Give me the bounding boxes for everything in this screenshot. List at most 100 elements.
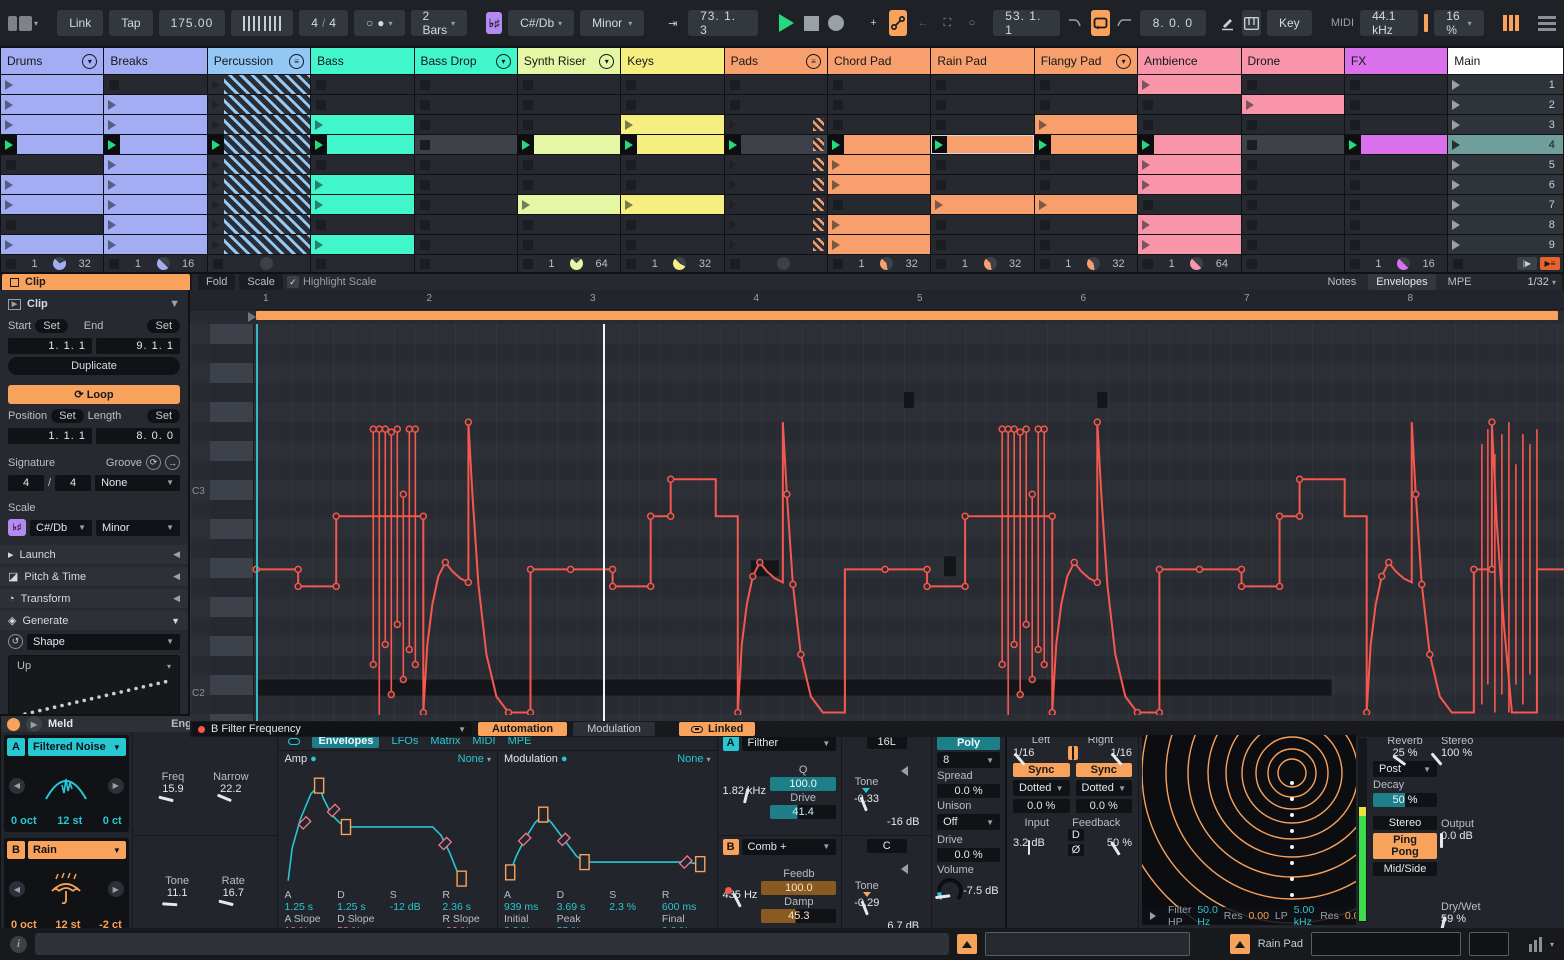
clip-launch-button[interactable] bbox=[207, 155, 224, 174]
amp-envelope-graph[interactable] bbox=[284, 765, 491, 889]
empty-clip-slot[interactable] bbox=[1138, 95, 1241, 114]
clip-stop-button[interactable] bbox=[1143, 99, 1154, 110]
empty-clip-slot[interactable] bbox=[828, 75, 931, 94]
clip-stop-button[interactable] bbox=[626, 159, 637, 170]
mod-sustain[interactable]: 2.3 % bbox=[609, 901, 658, 913]
clip-launch-button[interactable] bbox=[207, 115, 224, 134]
clip-launch-button[interactable] bbox=[1138, 155, 1155, 174]
clip-body[interactable] bbox=[17, 175, 104, 194]
extract-groove-icon[interactable]: → bbox=[165, 455, 180, 470]
filter-b-badge[interactable]: B bbox=[722, 838, 739, 855]
scene-slot[interactable]: 5 bbox=[1448, 155, 1563, 174]
clip-body[interactable] bbox=[947, 195, 1034, 214]
clip-launch-button[interactable] bbox=[1138, 215, 1155, 234]
empty-clip-slot[interactable] bbox=[1034, 155, 1138, 174]
clip-stop-button[interactable] bbox=[1349, 179, 1360, 190]
clip-slot[interactable] bbox=[724, 135, 827, 154]
echo-decay-field[interactable]: 50 % bbox=[1373, 793, 1437, 807]
track-chevron-icon[interactable]: ▾ bbox=[82, 53, 98, 69]
clip-stop-button[interactable] bbox=[1039, 179, 1050, 190]
clip-stop-button[interactable] bbox=[419, 199, 430, 210]
track-stop-button[interactable] bbox=[1039, 258, 1050, 269]
track-header[interactable]: Percussion ≡ bbox=[207, 48, 311, 74]
meld-preview-icon[interactable]: ▶ bbox=[26, 716, 42, 732]
clip-slot[interactable] bbox=[517, 135, 621, 154]
mix-a-level-handle[interactable] bbox=[901, 766, 909, 777]
track-header[interactable]: FX bbox=[1344, 48, 1448, 74]
clip-playing-button[interactable] bbox=[1138, 135, 1155, 154]
groove-menu[interactable]: None ▼ bbox=[95, 474, 180, 491]
clip-playing-button[interactable] bbox=[517, 135, 534, 154]
clip-body[interactable] bbox=[223, 215, 311, 234]
empty-clip-slot[interactable] bbox=[931, 115, 1034, 134]
clip-playing-button[interactable] bbox=[1344, 135, 1361, 154]
clip-body[interactable] bbox=[844, 155, 931, 174]
clip-stop-button[interactable] bbox=[522, 99, 533, 110]
clip-launch-button[interactable] bbox=[1, 75, 17, 94]
clip-stop-button[interactable] bbox=[936, 159, 947, 170]
track-chevron-icon[interactable]: ▾ bbox=[1116, 53, 1132, 69]
clip-playing-button[interactable] bbox=[828, 135, 844, 154]
clip-stop-button[interactable] bbox=[1039, 239, 1050, 250]
envelope-target-menu[interactable]: B Filter Frequency ▼ bbox=[192, 722, 472, 736]
clip-body[interactable] bbox=[1360, 135, 1448, 154]
clip-stop-button[interactable] bbox=[522, 119, 533, 130]
amp-route-menu[interactable]: None ▾ bbox=[458, 753, 491, 765]
clip-launch-button[interactable] bbox=[104, 175, 121, 194]
engine-b-prev-button[interactable]: ◀ bbox=[9, 881, 25, 898]
envelope-editor[interactable]: 1 2 3 4 5 6 7 8 C3 C2 B Filter Frequency ▼ Autom… bbox=[190, 290, 1564, 737]
meld-power-button[interactable] bbox=[7, 717, 20, 731]
clip-playing-button[interactable] bbox=[931, 135, 948, 154]
clip-stop-button[interactable] bbox=[6, 159, 16, 170]
clip-body[interactable] bbox=[223, 235, 311, 254]
clip-stop-button[interactable] bbox=[419, 139, 430, 150]
stop-button[interactable] bbox=[802, 10, 821, 36]
clip-launch-button[interactable] bbox=[104, 155, 121, 174]
clip-launch-button[interactable] bbox=[207, 95, 224, 114]
clip-stop-button[interactable] bbox=[1246, 199, 1257, 210]
clip-stop-button[interactable] bbox=[419, 99, 430, 110]
duplicate-button[interactable]: Duplicate bbox=[8, 357, 180, 375]
echo-lp-field[interactable]: 5.00 kHz bbox=[1294, 904, 1314, 925]
clip-stop-button[interactable] bbox=[936, 99, 947, 110]
empty-clip-slot[interactable] bbox=[828, 95, 931, 114]
clip-slot[interactable] bbox=[1138, 175, 1241, 194]
track-header[interactable]: Main bbox=[1448, 48, 1563, 74]
computer-midi-keyboard-button[interactable] bbox=[1242, 10, 1261, 36]
voice-drive-field[interactable]: 0.0 % bbox=[937, 848, 1000, 862]
automation-arm-button[interactable] bbox=[888, 10, 908, 36]
filter-b-feedb-field[interactable]: 100.0 bbox=[761, 880, 837, 895]
clip-slot[interactable] bbox=[104, 155, 207, 174]
engine-a-st[interactable]: 12 st bbox=[57, 815, 82, 827]
window-controls[interactable]: ▾ bbox=[8, 15, 38, 31]
clip-playing-button[interactable] bbox=[621, 135, 638, 154]
device-thumbnail-extra[interactable] bbox=[1468, 932, 1509, 956]
clip-stop-button[interactable] bbox=[316, 79, 327, 90]
fold-button[interactable]: Fold bbox=[198, 274, 236, 290]
clip-body[interactable] bbox=[17, 195, 104, 214]
highlight-scale-checkbox[interactable]: ✓ bbox=[286, 276, 299, 288]
voice-count-menu[interactable]: 8 ▼ bbox=[937, 752, 1000, 768]
clip-body[interactable] bbox=[844, 215, 931, 234]
clip-slot[interactable] bbox=[311, 135, 414, 154]
empty-clip-slot[interactable] bbox=[517, 155, 621, 174]
loop-start-marker[interactable] bbox=[248, 312, 256, 322]
clip-slot[interactable] bbox=[1138, 235, 1241, 254]
empty-clip-slot[interactable] bbox=[414, 135, 517, 154]
echo-right-sync[interactable]: Sync bbox=[1075, 763, 1132, 777]
empty-clip-slot[interactable] bbox=[828, 115, 931, 134]
clip-slot[interactable] bbox=[311, 195, 414, 214]
clip-launch-button[interactable] bbox=[207, 215, 224, 234]
engine-b-badge[interactable]: B bbox=[7, 841, 25, 860]
empty-clip-slot[interactable] bbox=[1344, 75, 1448, 94]
section-generate[interactable]: ◈ Generate ▼ bbox=[0, 611, 188, 630]
clip-end-field[interactable]: 9. 1. 1 bbox=[96, 337, 180, 354]
clip-overview-toggle[interactable] bbox=[956, 934, 977, 954]
empty-clip-slot[interactable] bbox=[1241, 175, 1344, 194]
track-stop-button[interactable] bbox=[109, 258, 120, 269]
clip-stop-button[interactable] bbox=[626, 79, 637, 90]
clip-body[interactable] bbox=[533, 135, 621, 154]
filter-b-damp-field[interactable]: 45.3 bbox=[761, 908, 837, 923]
clip-slot[interactable] bbox=[207, 175, 311, 194]
mod-envelope-graph[interactable] bbox=[504, 765, 711, 889]
